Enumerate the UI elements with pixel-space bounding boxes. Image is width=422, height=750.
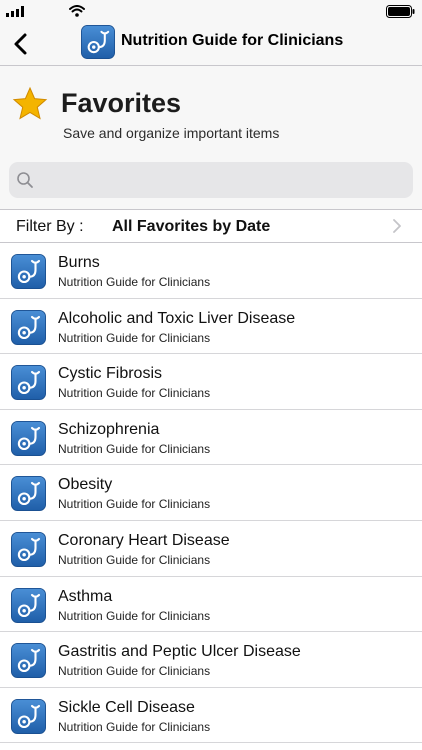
list-item[interactable]: Cystic Fibrosis Nutrition Guide for Clini… xyxy=(0,354,422,410)
page-title: Nutrition Guide for Clinicians xyxy=(121,32,344,49)
stethoscope-app-icon xyxy=(81,25,115,59)
list-item-subtitle: Nutrition Guide for Clinicians xyxy=(58,497,211,512)
list-item-title: Coronary Heart Disease xyxy=(58,531,230,549)
stethoscope-app-icon xyxy=(11,698,46,734)
battery-icon xyxy=(386,5,415,18)
list-item[interactable]: Sickle Cell Disease Nutrition Guide for C… xyxy=(0,687,422,744)
list-item-title: Cystic Fibrosis xyxy=(58,365,163,383)
favorites-title: Favorites xyxy=(61,88,182,118)
search-bar[interactable] xyxy=(9,162,413,198)
list-item-title: Alcoholic and Toxic Liver Disease xyxy=(58,309,296,327)
status-bar xyxy=(0,0,422,22)
stethoscope-app-icon xyxy=(11,309,46,345)
list-item[interactable]: Obesity Nutrition Guide for Clinicians xyxy=(0,465,422,521)
stethoscope-app-icon xyxy=(11,476,46,512)
list-item-title: Asthma xyxy=(58,587,113,605)
list-item[interactable]: Gastritis and Peptic Ulcer Disease Nutrit… xyxy=(0,632,422,688)
filter-value: All Favorites by Date xyxy=(112,218,271,235)
search-icon xyxy=(17,172,33,188)
stethoscope-app-icon xyxy=(11,254,46,289)
list-item[interactable]: Coronary Heart Disease Nutrition Guide fo… xyxy=(0,520,422,577)
favorites-list: Burns Nutrition Guide for Clinicians Alcoh… xyxy=(0,243,422,744)
list-item-title: Burns xyxy=(58,254,100,271)
list-item-subtitle: Nutrition Guide for Clinicians xyxy=(58,608,211,623)
filter-row[interactable]: Filter By : All Favorites by Date xyxy=(0,209,422,243)
signal-icon xyxy=(6,6,24,17)
list-item-subtitle: Nutrition Guide for Clinicians xyxy=(58,719,211,734)
stethoscope-app-icon xyxy=(11,643,46,679)
app-logo xyxy=(81,25,115,59)
favorites-header: Favorites Save and organize important it… xyxy=(0,66,422,210)
list-item-subtitle: Nutrition Guide for Clinicians xyxy=(58,441,211,456)
list-item-subtitle: Nutrition Guide for Clinicians xyxy=(58,664,211,679)
list-item-subtitle: Nutrition Guide for Clinicians xyxy=(58,275,211,289)
favorites-subtitle: Save and organize important items xyxy=(63,125,280,141)
filter-label: Filter By : xyxy=(16,218,84,235)
list-item-title: Sickle Cell Disease xyxy=(58,698,195,716)
list-item-title: Gastritis and Peptic Ulcer Disease xyxy=(58,643,301,661)
search-input[interactable] xyxy=(39,166,399,194)
star-icon xyxy=(12,86,48,120)
list-item-subtitle: Nutrition Guide for Clinicians xyxy=(58,552,211,567)
chevron-right-icon xyxy=(393,219,401,233)
stethoscope-app-icon xyxy=(11,531,46,567)
list-item-title: Schizophrenia xyxy=(58,420,160,438)
list-item[interactable]: Burns Nutrition Guide for Clinicians xyxy=(0,243,422,299)
wifi-icon xyxy=(69,5,85,17)
list-item[interactable]: Asthma Nutrition Guide for Clinicians xyxy=(0,576,422,633)
list-item-subtitle: Nutrition Guide for Clinicians xyxy=(58,330,211,345)
navigation-bar: Nutrition Guide for Clinicians xyxy=(0,22,422,66)
back-button[interactable] xyxy=(10,29,34,59)
list-item-title: Obesity xyxy=(58,476,113,494)
list-item[interactable]: Schizophrenia Nutrition Guide for Clinici… xyxy=(0,409,422,466)
chevron-left-icon xyxy=(14,33,27,55)
stethoscope-app-icon xyxy=(11,365,46,401)
list-item[interactable]: Alcoholic and Toxic Liver Disease Nutriti… xyxy=(0,298,422,355)
stethoscope-app-icon xyxy=(11,420,46,456)
stethoscope-app-icon xyxy=(11,587,46,623)
list-item-subtitle: Nutrition Guide for Clinicians xyxy=(58,386,211,401)
